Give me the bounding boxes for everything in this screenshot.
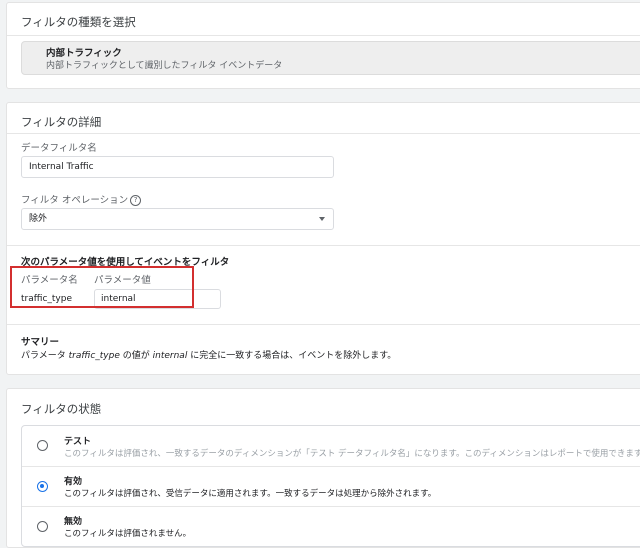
filter-type-card: フィルタの種類を選択 内部トラフィック 内部トラフィックとして識別したフィルタ … <box>6 2 640 89</box>
summary-suffix: に完全に一致する場合は、イベントを除外します。 <box>187 351 397 361</box>
state-option-active[interactable]: 有効 このフィルタは評価され、受信データに適用されます。一致するデータは処理から… <box>22 466 640 507</box>
filter-type-title: フィルタの種類を選択 <box>21 15 136 29</box>
help-icon[interactable]: ? <box>130 195 142 206</box>
filter-details-card: フィルタの詳細 データフィルタ名 Internal Traffic フィルタ オ… <box>6 102 640 375</box>
param-name: traffic_type <box>21 294 72 304</box>
summary-text: パラメータ traffic_type の値が internal に完全に一致する… <box>21 348 396 361</box>
state-option-label: テスト <box>64 437 92 447</box>
state-option-label: 無効 <box>64 517 83 527</box>
radio-inactive[interactable] <box>37 521 48 532</box>
filter-details-title: フィルタの詳細 <box>21 115 102 129</box>
filter-type-name: 内部トラフィック <box>46 48 122 59</box>
summary-title: サマリー <box>21 337 60 348</box>
param-name-header: パラメータ名 <box>21 275 78 286</box>
divider <box>7 133 640 134</box>
divider <box>7 324 640 325</box>
filter-operation-label: フィルタ オペレーション? <box>21 192 142 206</box>
filter-name-input[interactable]: Internal Traffic <box>21 156 334 178</box>
filter-operation-value: 除外 <box>29 214 48 224</box>
summary-middle: の値が <box>119 351 153 361</box>
summary-value: internal <box>152 351 188 361</box>
divider <box>7 245 640 246</box>
chevron-down-icon <box>319 217 325 221</box>
filter-state-card: フィルタの状態 テスト このフィルタは評価され、一致するデータのディメンションが… <box>6 388 640 548</box>
filter-type-description: 内部トラフィックとして識別したフィルタ イベントデータ <box>46 61 283 71</box>
state-option-description: このフィルタは評価され、一致するデータのディメンションが「テスト データフィルタ… <box>64 449 640 459</box>
state-option-inactive[interactable]: 無効 このフィルタは評価されません。 <box>22 506 640 547</box>
filter-state-options: テスト このフィルタは評価され、一致するデータのディメンションが「テスト データ… <box>21 425 640 547</box>
param-value-header: パラメータ値 <box>94 275 151 286</box>
filter-state-title: フィルタの状態 <box>21 402 102 416</box>
state-option-label: 有効 <box>64 477 83 487</box>
filter-type-option[interactable]: 内部トラフィック 内部トラフィックとして識別したフィルタ イベントデータ <box>21 41 640 75</box>
param-value-input[interactable]: internal <box>94 289 221 309</box>
radio-test[interactable] <box>37 440 48 451</box>
summary-param: traffic_type <box>68 351 120 361</box>
param-section-title: 次のパラメータ値を使用してイベントをフィルタ <box>21 257 230 268</box>
filter-operation-select[interactable]: 除外 <box>21 208 334 230</box>
summary-prefix: パラメータ <box>21 351 69 361</box>
state-option-description: このフィルタは評価されません。 <box>64 529 192 539</box>
state-option-description: このフィルタは評価され、受信データに適用されます。一致するデータは処理から除外さ… <box>64 489 437 499</box>
state-option-test[interactable]: テスト このフィルタは評価され、一致するデータのディメンションが「テスト データ… <box>22 426 640 466</box>
filter-operation-label-text: フィルタ オペレーション <box>21 195 129 206</box>
filter-name-label: データフィルタ名 <box>21 143 97 154</box>
radio-active[interactable] <box>37 481 48 492</box>
divider <box>7 35 640 36</box>
